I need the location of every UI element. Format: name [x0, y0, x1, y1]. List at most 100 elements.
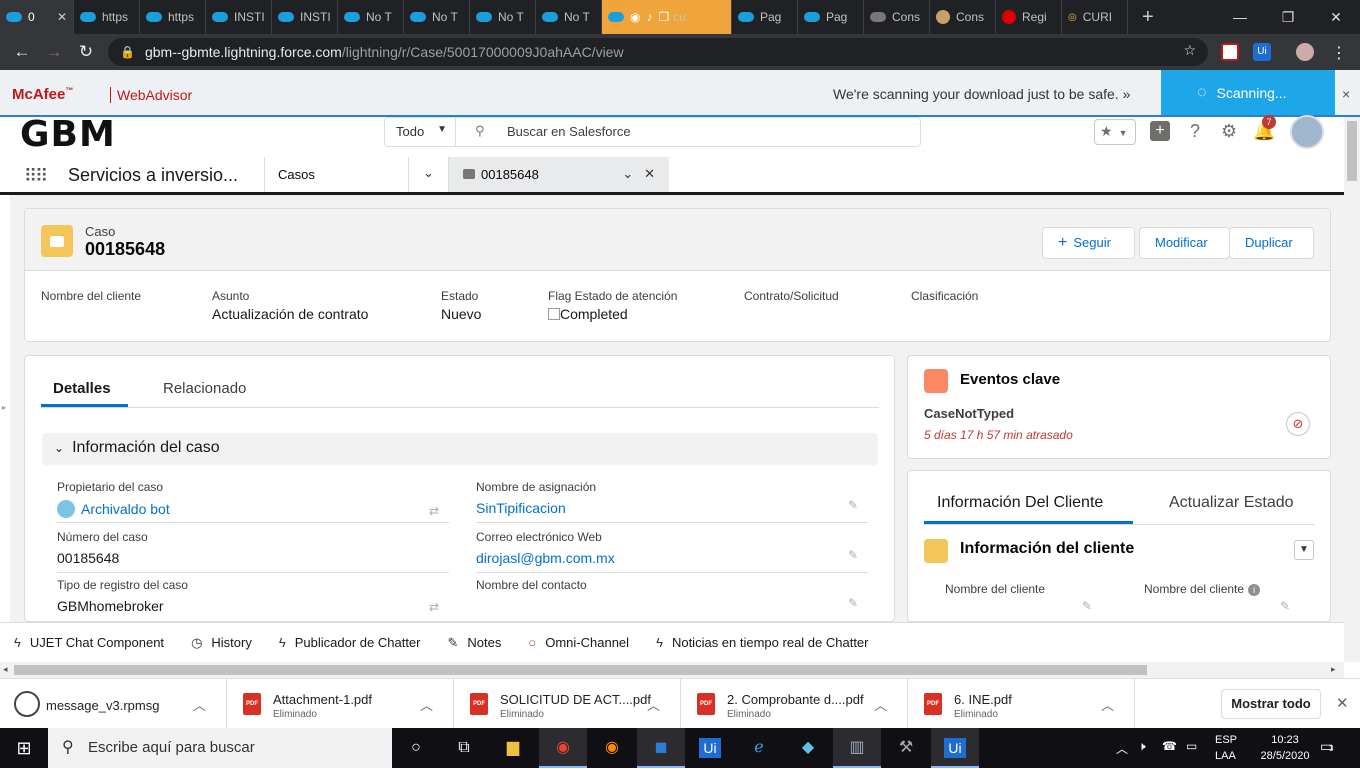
forward-arrow-icon[interactable]: →	[38, 42, 70, 62]
search-scope-select[interactable]: Todo ▼	[384, 117, 456, 147]
horizontal-scrollbar[interactable]: ◂ ▸	[0, 662, 1344, 678]
favorites-star-icon[interactable]: ★ ▼	[1094, 119, 1136, 145]
chevron-down-icon[interactable]: ▼	[1294, 540, 1314, 560]
address-bar[interactable]: 🔒 gbm--gbmte.lightning.force.com/lightni…	[108, 38, 1208, 66]
outlook-icon[interactable]: ◼	[637, 728, 685, 768]
tab-actualizar-estado[interactable]: Actualizar Estado	[1169, 494, 1294, 512]
tray-chevron-up-icon[interactable]: ︿	[1116, 740, 1128, 757]
edit-pencil-icon[interactable]: ✎	[1082, 599, 1092, 613]
close-window-icon[interactable]: ✕	[1312, 9, 1360, 26]
browser-tab[interactable]: Pag	[798, 0, 864, 34]
utility-item-notes[interactable]: ✎ Notes	[448, 635, 502, 651]
nav-item-chevron-down-icon[interactable]: ⌄	[408, 157, 448, 192]
edit-pencil-icon[interactable]: ✎	[848, 498, 858, 512]
search-input[interactable]: ⚲ Buscar en Salesforce	[455, 117, 921, 147]
app-launcher-icon[interactable]: ⠿⠿	[24, 166, 48, 187]
browser-tab[interactable]: Pag	[732, 0, 798, 34]
close-tab-icon[interactable]: ✕	[53, 10, 67, 24]
clone-button[interactable]: Duplicar	[1229, 227, 1314, 259]
download-item[interactable]: PDF SOLICITUD DE ACT....pdf Eliminado ︿	[454, 679, 681, 729]
utility-item-chatter-feed[interactable]: ϟ Noticias en tiempo real de Chatter	[656, 635, 868, 650]
help-question-icon[interactable]: ?	[1190, 121, 1200, 142]
input-language-indicator[interactable]: ESP LAA	[1215, 732, 1237, 764]
user-avatar[interactable]	[1290, 115, 1324, 149]
system-clock[interactable]: 10:23 28/5/2020	[1257, 732, 1313, 764]
network-icon[interactable]: ☎	[1162, 739, 1177, 753]
scrollbar-thumb[interactable]	[1347, 121, 1357, 181]
internet-explorer-icon[interactable]: ℯ	[735, 728, 783, 768]
browser-tab[interactable]: Cons	[930, 0, 996, 34]
browser-tab[interactable]: Cons	[864, 0, 930, 34]
edit-pencil-icon[interactable]: ✎	[1280, 599, 1290, 613]
change-record-type-icon[interactable]: ⇄	[429, 600, 439, 614]
volume-icon[interactable]: 🕨	[1138, 739, 1146, 754]
utility-item-omni-channel[interactable]: ○ Omni-Channel	[528, 635, 629, 650]
show-all-downloads-button[interactable]: Mostrar todo	[1221, 689, 1321, 719]
browser-tab[interactable]: https	[140, 0, 206, 34]
tab-detalles[interactable]: Detalles	[53, 380, 111, 397]
utility-item-history[interactable]: ◷ History	[191, 635, 252, 651]
browser-tab[interactable]: No T	[536, 0, 602, 34]
cortana-icon[interactable]: ○	[392, 728, 440, 768]
close-icon[interactable]: ✕	[644, 166, 655, 181]
global-actions-plus-icon[interactable]: +	[1150, 121, 1170, 141]
action-center-icon[interactable]: ▭ 3	[1320, 738, 1333, 755]
ui-extension-icon[interactable]: Ui	[1253, 43, 1271, 61]
browser-tab[interactable]: Regi	[996, 0, 1062, 34]
mcafee-extension-icon[interactable]	[1221, 43, 1239, 61]
display-icon[interactable]: ▭	[1186, 739, 1197, 753]
close-icon[interactable]: ✕	[1336, 694, 1349, 712]
browser-tab[interactable]: INSTI	[272, 0, 338, 34]
close-icon[interactable]: ×	[1342, 86, 1350, 102]
firefox-icon[interactable]: ◉	[588, 728, 636, 768]
section-header-case-info[interactable]: ⌄ Información del caso	[42, 433, 878, 465]
setup-gear-icon[interactable]: ⚙	[1221, 121, 1237, 142]
violation-stop-icon[interactable]: ⊘	[1286, 412, 1310, 436]
task-view-icon[interactable]: ⧉	[440, 728, 488, 768]
browser-tab[interactable]: https	[74, 0, 140, 34]
utility-item-chatter-publisher[interactable]: ϟ Publicador de Chatter	[279, 635, 421, 650]
edit-pencil-icon[interactable]: ✎	[848, 548, 858, 562]
chevron-down-icon[interactable]: ⌄	[622, 166, 633, 181]
new-tab-button[interactable]: +	[1128, 6, 1168, 29]
tab-relacionado[interactable]: Relacionado	[163, 380, 246, 397]
download-item[interactable]: PDF 6. INE.pdf Eliminado ︿	[908, 679, 1135, 729]
utility-item-ujet-chat[interactable]: ϟ UJET Chat Component	[14, 635, 164, 650]
vertical-scrollbar[interactable]	[1344, 117, 1360, 662]
restore-window-icon[interactable]: ❐	[1264, 9, 1312, 26]
browser-tab[interactable]: ◉ ♪ ❐ cu	[602, 0, 732, 34]
change-owner-icon[interactable]: ⇄	[429, 504, 439, 518]
left-edge-collapse[interactable]: ▸	[0, 195, 10, 622]
uipath-app-icon[interactable]: Ui	[931, 728, 979, 768]
assignment-name-link[interactable]: SinTipificacion	[476, 500, 566, 516]
scan-message[interactable]: We're scanning your download just to be …	[833, 86, 1130, 102]
app-icon[interactable]: ◆	[784, 728, 832, 768]
uipath-app-icon[interactable]: Ui	[686, 728, 734, 768]
browser-tab[interactable]: ◎ CURI	[1062, 0, 1128, 34]
minimize-window-icon[interactable]: —	[1216, 9, 1264, 26]
reload-icon[interactable]: ↻	[70, 42, 102, 62]
back-arrow-icon[interactable]: ←	[6, 42, 38, 62]
chrome-icon[interactable]: ◉	[539, 728, 587, 768]
workspace-tab-case[interactable]: 00185648 ⌄ ✕	[448, 157, 669, 192]
browser-tab[interactable]: INSTI	[206, 0, 272, 34]
web-email-link[interactable]: dirojasl@gbm.com.mx	[476, 550, 615, 566]
windows-start-icon[interactable]: ⊞	[0, 728, 48, 768]
edit-pencil-icon[interactable]: ✎	[848, 596, 858, 610]
app-icon[interactable]: ▥	[833, 728, 881, 768]
browser-tab[interactable]: No T	[470, 0, 536, 34]
follow-button[interactable]: + Seguir	[1042, 227, 1135, 259]
scrollbar-thumb[interactable]	[14, 665, 1147, 675]
app-icon[interactable]: ⚒	[882, 728, 930, 768]
browser-menu-icon[interactable]: ⋮	[1330, 43, 1348, 62]
download-item[interactable]: message_v3.rpmsg ︿	[0, 679, 227, 729]
browser-tab[interactable]: No T	[404, 0, 470, 34]
download-item[interactable]: PDF 2. Comprobante d....pdf Eliminado ︿	[681, 679, 908, 729]
browser-tab[interactable]: No T	[338, 0, 404, 34]
download-item[interactable]: PDF Attachment-1.pdf Eliminado ︿	[227, 679, 454, 729]
taskbar-search-input[interactable]: ⚲ Escribe aquí para buscar	[48, 728, 392, 768]
edit-button[interactable]: Modificar	[1139, 227, 1230, 259]
bookmark-star-icon[interactable]: ☆	[1183, 42, 1196, 59]
profile-avatar-icon[interactable]	[1296, 43, 1314, 61]
case-owner-link[interactable]: Archivaldo bot	[57, 500, 170, 518]
